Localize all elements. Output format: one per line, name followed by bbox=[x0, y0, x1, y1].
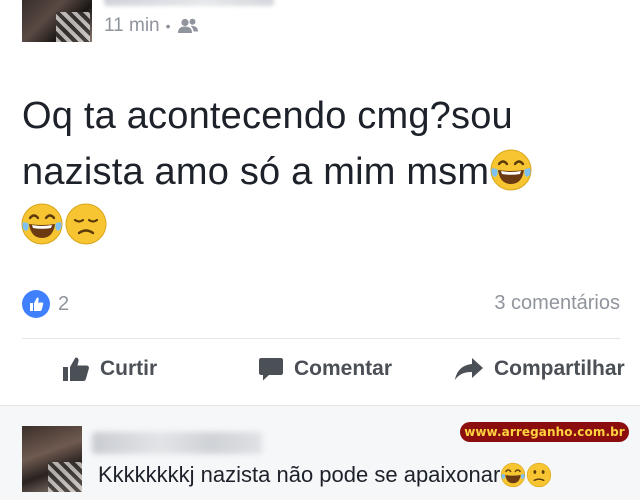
comment-button[interactable]: Comentar bbox=[258, 356, 392, 382]
actions-divider bbox=[22, 338, 620, 339]
post-actions-bar: Curtir Comentar Compartilhar bbox=[0, 350, 640, 394]
reaction-summary[interactable]: 2 bbox=[22, 290, 69, 318]
disappointed-emoji-icon bbox=[64, 202, 108, 246]
reaction-count: 2 bbox=[58, 292, 70, 315]
post-meta: 11 min • bbox=[104, 14, 199, 38]
slight-frown-emoji-icon bbox=[526, 462, 552, 488]
comment-text: Kkkkkkkkj nazista não pode se apaixonar bbox=[98, 462, 501, 487]
watermark-badge: www.arreganho.com.br bbox=[460, 422, 629, 442]
share-button-label: Compartilhar bbox=[494, 357, 625, 380]
comment-button-label: Comentar bbox=[294, 357, 393, 380]
comment-bubble-icon bbox=[259, 358, 283, 381]
laughing-tears-emoji-icon bbox=[489, 148, 533, 192]
like-button-label: Curtir bbox=[100, 357, 158, 380]
laughing-tears-emoji-icon bbox=[20, 202, 64, 246]
friends-icon[interactable] bbox=[177, 18, 199, 34]
comment-body: Kkkkkkkkj nazista não pode se apaixonar bbox=[98, 462, 552, 488]
post-text-line-2-text: nazista amo só a mim msm bbox=[22, 151, 490, 193]
post-timestamp[interactable]: 11 min bbox=[104, 15, 160, 37]
post-card: 11 min • Oq ta acontecendo cmg?sou nazis… bbox=[0, 0, 640, 405]
comments-count-link[interactable]: 3 comentários bbox=[494, 292, 620, 315]
like-reaction-icon bbox=[22, 290, 50, 318]
post-text-line-2: nazista amo só a mim msm bbox=[22, 144, 622, 200]
author-avatar[interactable] bbox=[22, 0, 92, 42]
post-text-line-1: Oq ta acontecendo cmg?sou bbox=[22, 95, 513, 137]
laughing-tears-emoji-icon bbox=[500, 462, 526, 488]
share-button[interactable]: Compartilhar bbox=[454, 356, 625, 382]
commenter-avatar[interactable] bbox=[22, 426, 82, 492]
like-button[interactable]: Curtir bbox=[62, 356, 157, 382]
post-emoji-row bbox=[20, 202, 108, 246]
commenter-name-blurred[interactable] bbox=[92, 432, 262, 454]
thumbs-up-icon bbox=[63, 357, 89, 381]
comment-section: Kkkkkkkkj nazista não pode se apaixonar bbox=[0, 405, 640, 500]
meta-separator: • bbox=[165, 18, 171, 34]
share-arrow-icon bbox=[455, 358, 483, 380]
post-body: Oq ta acontecendo cmg?sou nazista amo só… bbox=[22, 88, 622, 200]
author-name-blurred[interactable] bbox=[104, 0, 274, 6]
